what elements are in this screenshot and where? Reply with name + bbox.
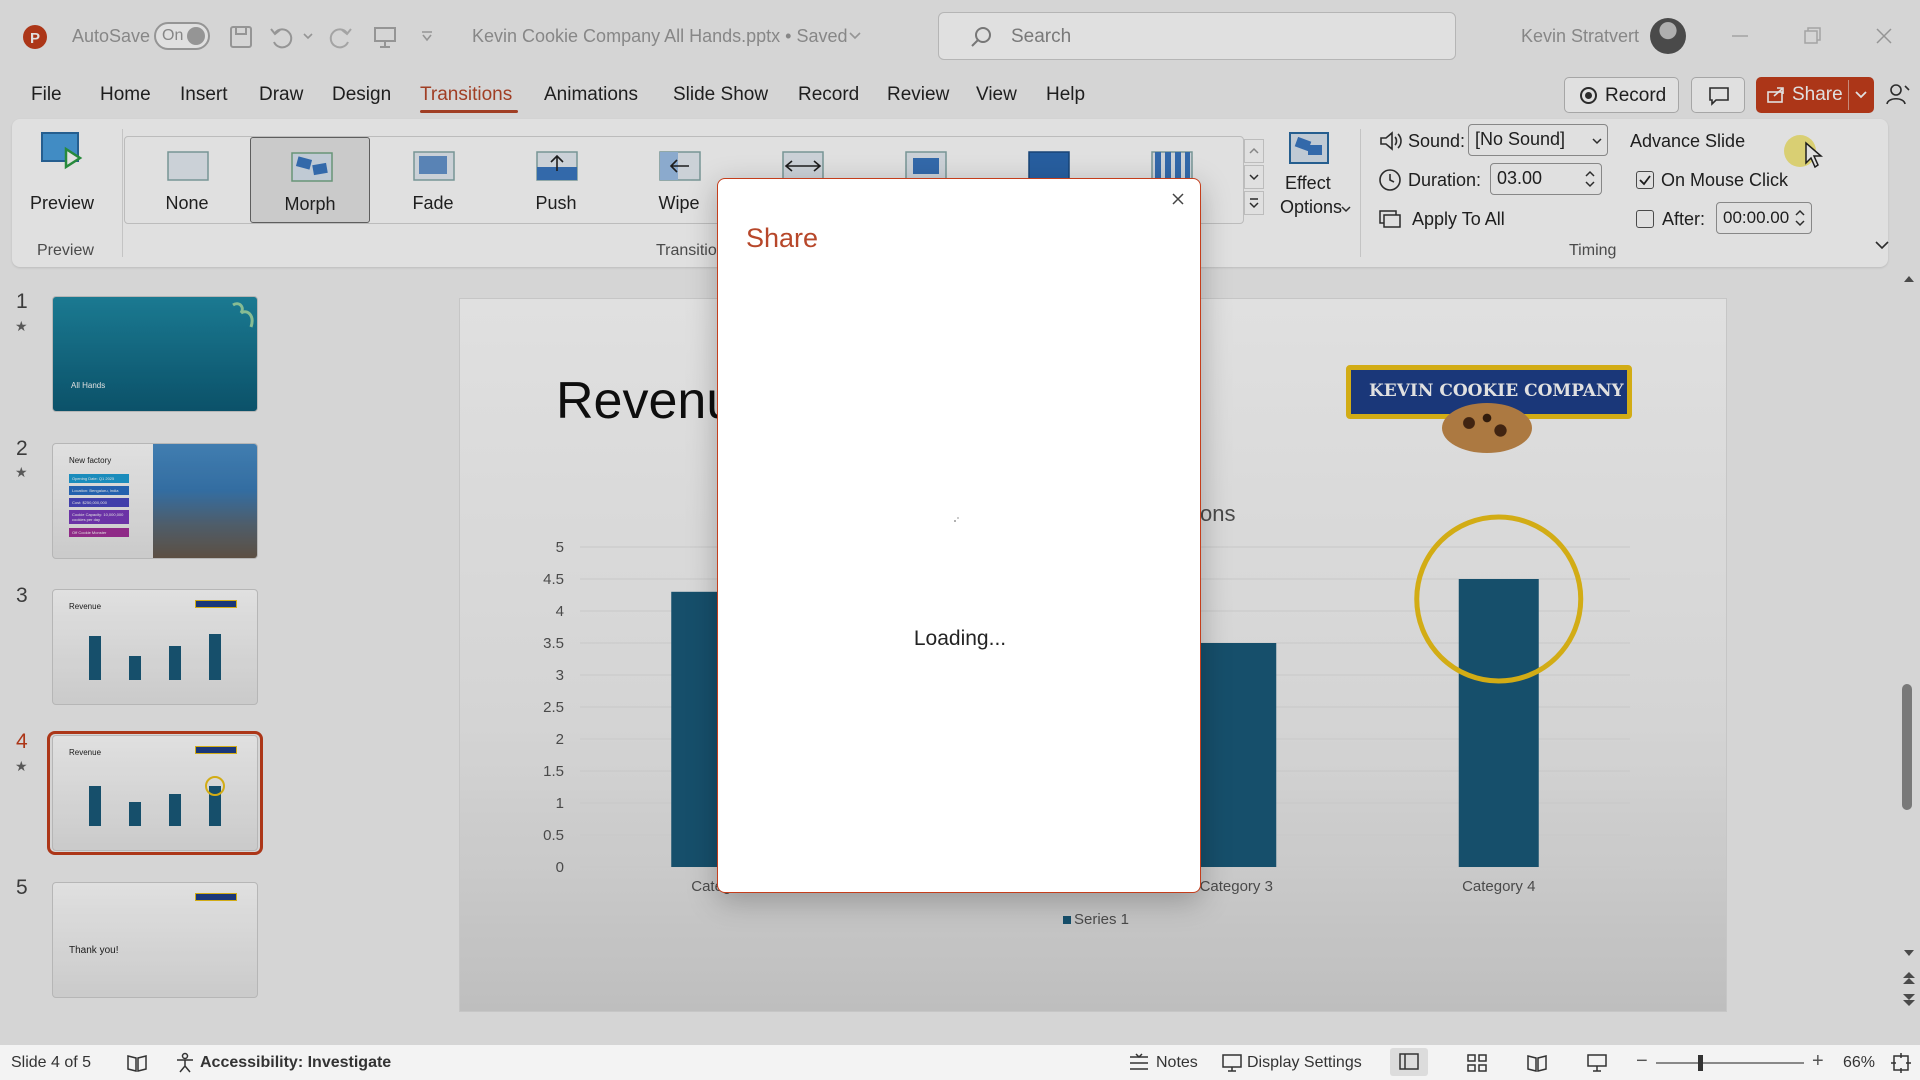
slide-sorter-icon[interactable] bbox=[1466, 1053, 1488, 1073]
fit-to-window-icon[interactable] bbox=[1890, 1052, 1912, 1074]
accessibility-status[interactable]: Accessibility: Investigate bbox=[200, 1054, 391, 1072]
loading-text: Loading... bbox=[913, 627, 1007, 650]
dialog-close-icon[interactable] bbox=[1170, 191, 1186, 207]
notes-icon[interactable] bbox=[1128, 1053, 1150, 1073]
zoom-in-button[interactable]: + bbox=[1812, 1050, 1824, 1073]
share-dialog: Share Loading... bbox=[717, 178, 1201, 893]
reading-view-icon[interactable] bbox=[1526, 1053, 1548, 1073]
status-bar: Slide 4 of 5 Accessibility: Investigate … bbox=[0, 1045, 1920, 1080]
loading-spinner-icon bbox=[952, 515, 962, 525]
display-settings-button[interactable]: Display Settings bbox=[1247, 1054, 1362, 1072]
accessibility-icon[interactable] bbox=[174, 1052, 196, 1074]
zoom-level[interactable]: 66% bbox=[1843, 1054, 1875, 1072]
slideshow-view-icon[interactable] bbox=[1586, 1053, 1608, 1073]
display-settings-icon[interactable] bbox=[1221, 1053, 1243, 1073]
dialog-title: Share bbox=[746, 223, 819, 253]
spelling-book-icon[interactable] bbox=[126, 1053, 148, 1073]
notes-button[interactable]: Notes bbox=[1156, 1054, 1198, 1072]
zoom-slider[interactable] bbox=[1656, 1055, 1804, 1071]
zoom-slider-thumb[interactable] bbox=[1698, 1055, 1703, 1071]
normal-view-icon[interactable] bbox=[1390, 1048, 1428, 1076]
zoom-out-button[interactable]: − bbox=[1636, 1050, 1648, 1073]
slide-info: Slide 4 of 5 bbox=[11, 1054, 92, 1071]
